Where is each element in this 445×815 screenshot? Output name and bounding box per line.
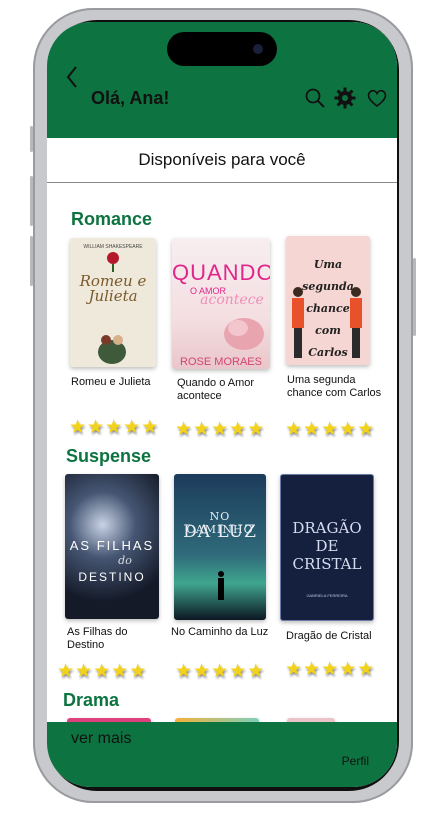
star-icon: ★ xyxy=(141,417,159,438)
cover-subtitle: do xyxy=(118,554,132,567)
star-icon: ★ xyxy=(229,661,247,682)
star-icon: ★ xyxy=(285,659,303,680)
side-button xyxy=(30,126,33,152)
star-icon: ★ xyxy=(303,659,321,680)
book-title[interactable]: Dragão de Cristal xyxy=(286,630,386,643)
subheader: Disponíveis para você xyxy=(47,138,397,183)
side-button xyxy=(30,236,33,286)
gear-icon[interactable] xyxy=(333,86,357,110)
book-title[interactable]: No Caminho da Luz xyxy=(171,626,281,639)
star-icon: ★ xyxy=(339,419,357,440)
cover-author: ROSE MORAES xyxy=(180,356,262,368)
star-icon: ★ xyxy=(357,659,375,680)
rating-stars: ★ ★ ★ ★ ★ xyxy=(285,660,374,680)
star-icon: ★ xyxy=(339,659,357,680)
search-icon[interactable] xyxy=(303,86,327,110)
cover-title: QUANDO xyxy=(172,260,270,285)
greeting-text: Olá, Ana! xyxy=(91,88,170,108)
star-icon: ★ xyxy=(123,417,141,438)
rating-stars: ★ ★ ★ ★ ★ xyxy=(285,420,374,440)
star-icon: ★ xyxy=(285,419,303,440)
section-title-drama: Drama xyxy=(63,690,120,710)
cover-title: Romeu e Julieta xyxy=(79,272,147,305)
star-icon: ★ xyxy=(193,419,211,440)
star-icon: ★ xyxy=(247,419,265,440)
page-title: Disponíveis para você xyxy=(138,150,306,169)
star-icon: ★ xyxy=(87,417,105,438)
chevron-left-icon[interactable] xyxy=(63,64,83,90)
star-icon: ★ xyxy=(247,661,265,682)
rose-icon xyxy=(107,252,119,272)
book-cover-dragao-de-cristal[interactable]: DRAGÃO DE CRISTAL GABRIELA FERREIRA xyxy=(280,474,374,621)
star-icon: ★ xyxy=(75,661,93,682)
dynamic-island xyxy=(167,32,277,66)
star-icon: ★ xyxy=(105,417,123,438)
star-icon: ★ xyxy=(211,661,229,682)
rating-stars: ★ ★ ★ ★ ★ xyxy=(57,662,146,682)
star-icon: ★ xyxy=(357,419,375,440)
book-title[interactable]: Romeu e Julieta xyxy=(71,376,167,389)
star-icon: ★ xyxy=(69,417,87,438)
side-button xyxy=(30,176,33,226)
star-icon: ★ xyxy=(229,419,247,440)
book-cover-quando-o-amor-acontece[interactable]: QUANDO O AMOR acontece ROSE MORAES xyxy=(172,238,270,369)
flower-illustration xyxy=(224,318,264,350)
camera-icon xyxy=(253,44,263,54)
section-title-suspense: Suspense xyxy=(66,446,152,466)
book-cover-no-caminho-da-luz[interactable]: NO CAMINHO DA LUZ xyxy=(174,474,266,620)
star-icon: ★ xyxy=(111,661,129,682)
bottom-bar: ver mais Perfil xyxy=(47,722,397,787)
rating-stars: ★ ★ ★ ★ ★ xyxy=(175,662,264,682)
star-icon: ★ xyxy=(129,661,147,682)
person-silhouette xyxy=(218,571,224,600)
star-icon: ★ xyxy=(303,419,321,440)
cover-title: DRAGÃO DE CRISTAL xyxy=(292,519,362,573)
couple-illustration xyxy=(98,335,126,364)
cover-title: AS FILHAS xyxy=(69,538,155,553)
cover-bottom: DESTINO xyxy=(78,570,146,584)
see-more-link[interactable]: ver mais xyxy=(71,730,131,748)
star-icon: ★ xyxy=(57,661,75,682)
side-button xyxy=(413,258,416,336)
profile-link[interactable]: Perfil xyxy=(342,754,369,768)
cover-author: GABRIELA FERREIRA xyxy=(306,593,348,598)
cover-subtitle: DA LUZ xyxy=(183,522,257,542)
book-title[interactable]: As Filhas do Destino xyxy=(67,626,163,652)
book-cover-as-filhas-do-destino[interactable]: AS FILHAS do DESTINO xyxy=(65,474,159,619)
app-header: Olá, Ana! xyxy=(47,22,397,138)
rating-stars: ★ ★ ★ ★ ★ xyxy=(69,418,158,438)
book-cover-romeu-e-julieta[interactable]: WILLIAM SHAKESPEARE Romeu e Julieta xyxy=(70,238,156,367)
star-icon: ★ xyxy=(193,661,211,682)
star-icon: ★ xyxy=(321,659,339,680)
book-cover-uma-segunda-chance[interactable]: Uma segunda chance com Carlos xyxy=(286,236,370,365)
rating-stars: ★ ★ ★ ★ ★ xyxy=(175,420,264,440)
star-icon: ★ xyxy=(211,419,229,440)
book-title[interactable]: Uma segunda chance com Carlos xyxy=(287,374,391,400)
star-icon: ★ xyxy=(175,419,193,440)
app-screen: Olá, Ana! Disponíveis para você Romance … xyxy=(47,22,397,787)
star-icon: ★ xyxy=(175,661,193,682)
couple-illustration xyxy=(292,287,362,358)
section-title-romance: Romance xyxy=(71,209,153,229)
cover-script: acontece xyxy=(200,292,264,308)
star-icon: ★ xyxy=(321,419,339,440)
book-title[interactable]: Quando o Amor acontece xyxy=(177,377,273,403)
heart-icon[interactable] xyxy=(365,86,389,110)
star-icon: ★ xyxy=(93,661,111,682)
